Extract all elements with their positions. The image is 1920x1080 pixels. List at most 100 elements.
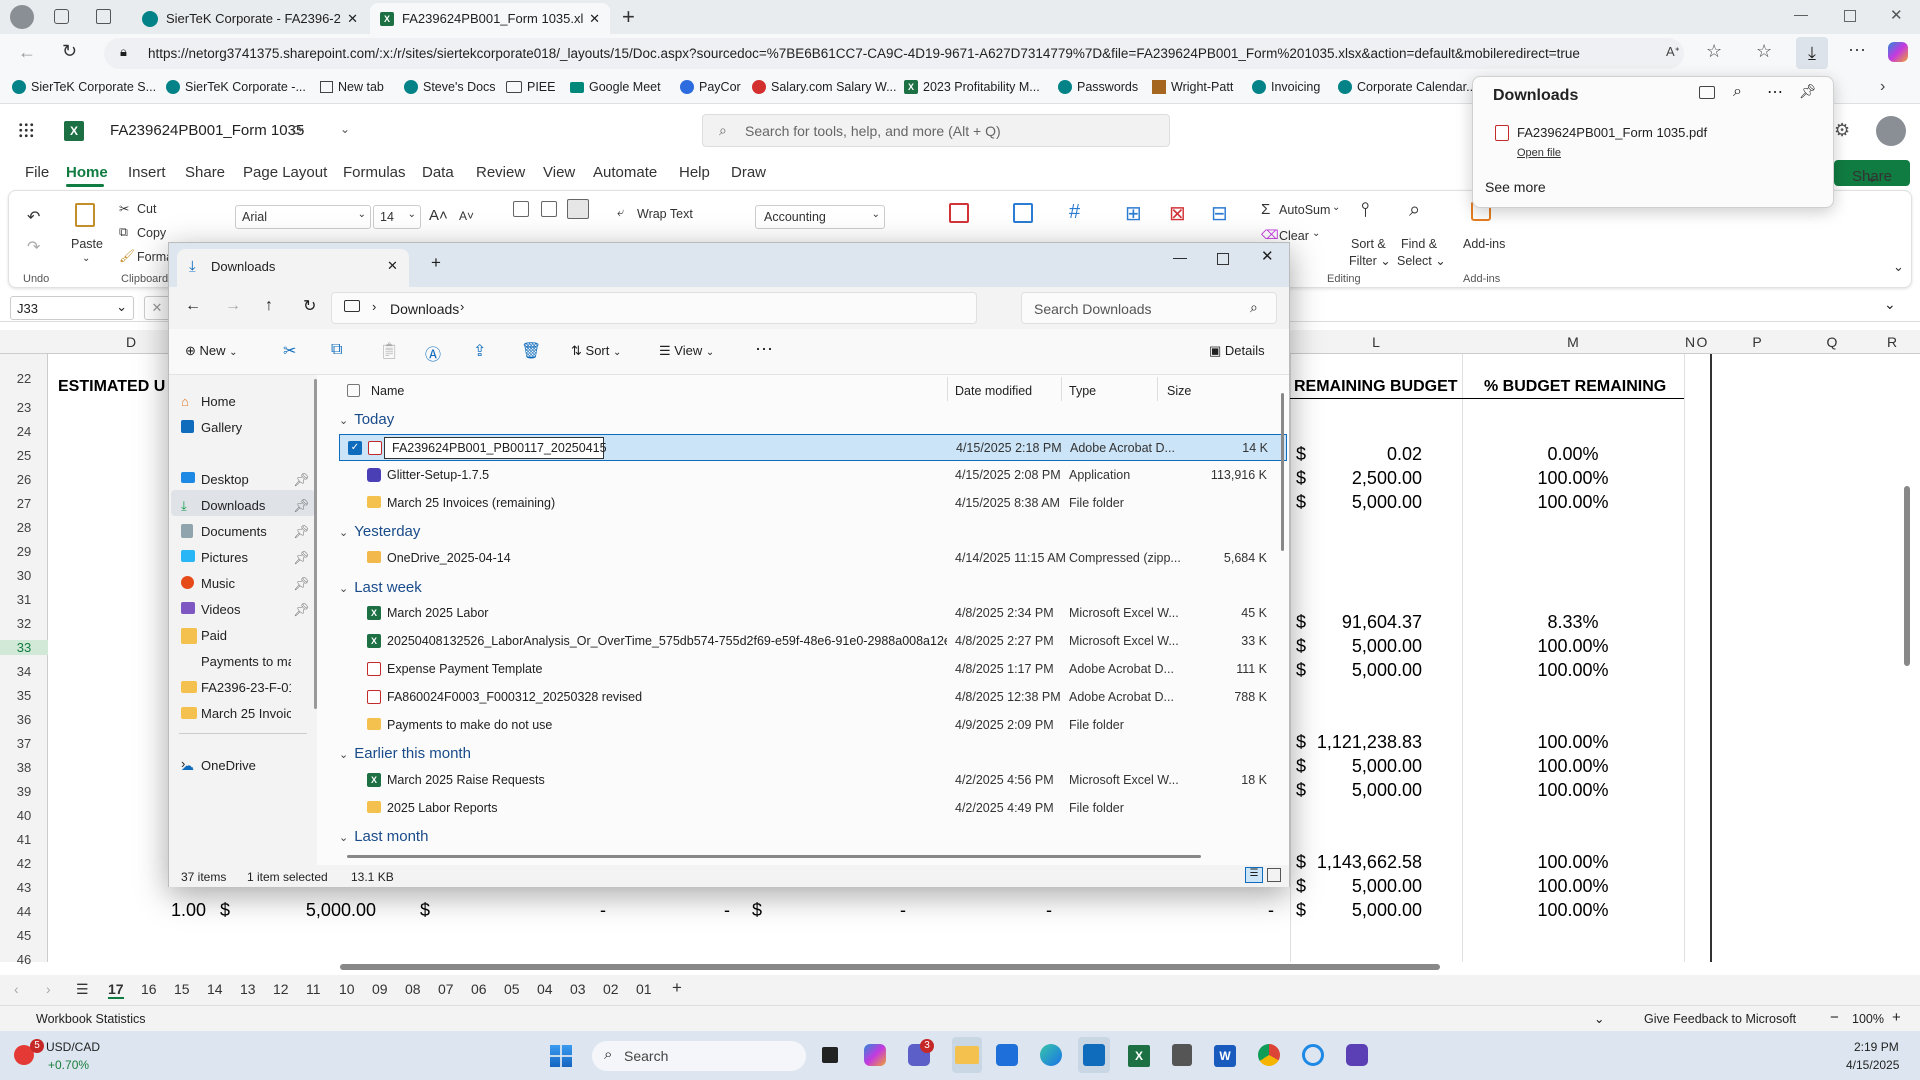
nav-pictures[interactable]: Pictures 📌︎ (181, 550, 310, 565)
sheet-tab[interactable]: 01 (636, 981, 652, 997)
horizontal-scrollbar[interactable] (340, 964, 1440, 970)
empty-amount-cell[interactable]: - (600, 900, 606, 921)
cut-icon[interactable]: ✂ (283, 341, 296, 361)
ticker-name[interactable]: USD/CAD (46, 1040, 100, 1054)
row-number[interactable]: 37 (0, 736, 48, 751)
amount-cell[interactable]: 5,000.00 (240, 900, 376, 921)
budget-percent-cell[interactable]: 8.33% (1462, 612, 1684, 633)
sheet-tab[interactable]: 03 (570, 981, 586, 997)
font-family-select[interactable]: Arial ⌄ (235, 205, 371, 229)
purple-app-icon[interactable] (1346, 1044, 1368, 1066)
breadcrumb-downloads[interactable]: Downloads (390, 301, 459, 317)
align-bottom-icon[interactable] (567, 199, 589, 219)
file-row[interactable]: X March 2025 Labor 4/8/2025 2:34 PM Micr… (339, 600, 1287, 627)
number-format-select[interactable]: Accounting ⌄ (755, 205, 885, 229)
column-header-n[interactable]: N (1684, 330, 1696, 354)
copy-icon[interactable]: ⧉ (119, 225, 128, 240)
chevron-right-icon[interactable]: › (46, 981, 51, 997)
clock-date[interactable]: 4/15/2025 (1846, 1058, 1899, 1072)
bookmark-item[interactable]: Steve's Docs (404, 80, 496, 94)
share-icon[interactable]: ⇪ (473, 341, 486, 361)
new-tab-button[interactable]: + (622, 4, 635, 30)
menu-file[interactable]: File (25, 164, 49, 181)
row-number[interactable]: 30 (0, 568, 48, 583)
column-size[interactable]: Size (1167, 384, 1191, 398)
pin-icon[interactable]: 📌︎ (293, 602, 310, 618)
file-row[interactable]: X March 2025 Raise Requests 4/2/2025 4:5… (339, 767, 1287, 794)
view-button[interactable]: ☰ View ⌄ (659, 343, 714, 359)
close-icon[interactable]: ✕ (589, 11, 600, 27)
sheet-tab[interactable]: 16 (141, 981, 157, 997)
name-box[interactable]: J33 ⌄ (10, 296, 134, 320)
sort-filter-icon[interactable]: ⫯ (1361, 199, 1370, 222)
remaining-budget-cell[interactable]: 5,000.00 (1300, 492, 1422, 513)
sort-filter-button[interactable]: Sort & (1351, 237, 1386, 251)
column-header-r[interactable]: R (1862, 330, 1920, 354)
row-number[interactable]: 45 (0, 928, 48, 943)
menu-formulas[interactable]: Formulas (343, 164, 406, 181)
bookmark-item[interactable]: Invoicing (1252, 80, 1320, 94)
budget-percent-cell[interactable]: 100.00% (1462, 780, 1684, 801)
column-header-m[interactable]: M (1462, 330, 1684, 354)
row-number[interactable]: 23 (0, 400, 48, 415)
sheet-tab[interactable]: 08 (405, 981, 421, 997)
remaining-budget-cell[interactable]: 1,121,238.83 (1300, 732, 1422, 753)
empty-amount-cell[interactable]: - (1046, 900, 1052, 921)
chevron-down-icon[interactable]: ⌄ (82, 253, 90, 264)
group-last-month[interactable]: ⌄ Last month (339, 828, 428, 845)
workbook-statistics-link[interactable]: Workbook Statistics (36, 1012, 146, 1026)
remaining-budget-cell[interactable]: 1,143,662.58 (1300, 852, 1422, 873)
calculator-icon[interactable] (1172, 1044, 1192, 1066)
sheet-tab[interactable]: 04 (537, 981, 553, 997)
nav-paid[interactable]: Paid (181, 628, 227, 644)
browser-tab-excel[interactable]: X FA239624PB001_Form 1035.xlsx ✕ (370, 3, 610, 34)
file-row[interactable]: March 25 Invoices (remaining) 4/15/2025 … (339, 490, 1287, 517)
empty-amount-cell[interactable]: - (900, 900, 906, 921)
sheet-tab[interactable]: 17 (108, 981, 124, 999)
column-header-q[interactable]: Q (1802, 330, 1862, 354)
remaining-budget-cell[interactable]: 5,000.00 (1300, 780, 1422, 801)
remaining-budget-cell[interactable]: 5,000.00 (1300, 636, 1422, 657)
remaining-budget-cell[interactable]: 2,500.00 (1300, 468, 1422, 489)
remaining-budget-cell[interactable]: 91,604.37 (1300, 612, 1422, 633)
row-number[interactable]: 35 (0, 688, 48, 703)
bookmark-item[interactable]: Passwords (1058, 80, 1138, 94)
copy-button[interactable]: Copy (137, 226, 166, 240)
nav-onedrive[interactable]: ☁ OneDrive (181, 758, 256, 773)
explorer-search-box[interactable]: Search Downloads ⌕ (1021, 292, 1277, 324)
sort-button[interactable]: ⇅ Sort ⌄ (571, 343, 621, 359)
up-arrow-icon[interactable]: ↑ (265, 297, 273, 315)
row-number[interactable]: 36 (0, 712, 48, 727)
open-file-link[interactable]: Open file (1517, 147, 1561, 159)
chevron-down-icon[interactable]: ⌄ (1893, 259, 1904, 275)
conditional-format-icon[interactable] (949, 203, 969, 223)
sheet-tab[interactable]: 05 (504, 981, 520, 997)
copilot-icon[interactable] (1888, 42, 1908, 62)
row-number[interactable]: 42 (0, 856, 48, 871)
autosum-icon[interactable]: Σ (1261, 201, 1270, 218)
row-number[interactable]: 27 (0, 496, 48, 511)
eraser-icon[interactable]: ⌫ (1261, 227, 1279, 242)
bookmark-item[interactable]: SierTeK Corporate -... (166, 80, 306, 94)
menu-data[interactable]: Data (422, 164, 454, 181)
remaining-budget-cell[interactable]: 5,000.00 (1300, 756, 1422, 777)
bookmark-item[interactable]: PIEE (506, 80, 556, 94)
empty-amount-cell[interactable]: - (1268, 900, 1274, 921)
file-row[interactable]: X 20250408132526_LaborAnalysis_Or_OverTi… (339, 628, 1287, 655)
budget-percent-cell[interactable]: 0.00% (1462, 444, 1684, 465)
sheet-tab[interactable]: 09 (372, 981, 388, 997)
nav-downloads[interactable]: ⤓ Downloads 📌︎ (181, 498, 310, 513)
add-sheet-icon[interactable]: + (672, 978, 682, 998)
search-box[interactable]: ⌕ Search for tools, help, and more (Alt … (702, 114, 1170, 147)
close-icon[interactable]: ✕ (347, 11, 358, 27)
menu-draw[interactable]: Draw (731, 164, 766, 181)
feedback-link[interactable]: Give Feedback to Microsoft (1644, 1012, 1796, 1026)
nav-gallery[interactable]: Gallery (181, 420, 242, 435)
format-cells-icon[interactable]: ⊟ (1211, 201, 1228, 226)
chevron-down-icon[interactable]: ⌄ (1332, 202, 1340, 213)
format-table-icon[interactable] (1013, 203, 1033, 223)
see-more-link[interactable]: See more (1485, 179, 1546, 195)
all-sheets-icon[interactable]: ☰ (76, 981, 89, 998)
budget-percent-cell[interactable]: 100.00% (1462, 732, 1684, 753)
zoom-in-icon[interactable]: + (1892, 1009, 1901, 1026)
